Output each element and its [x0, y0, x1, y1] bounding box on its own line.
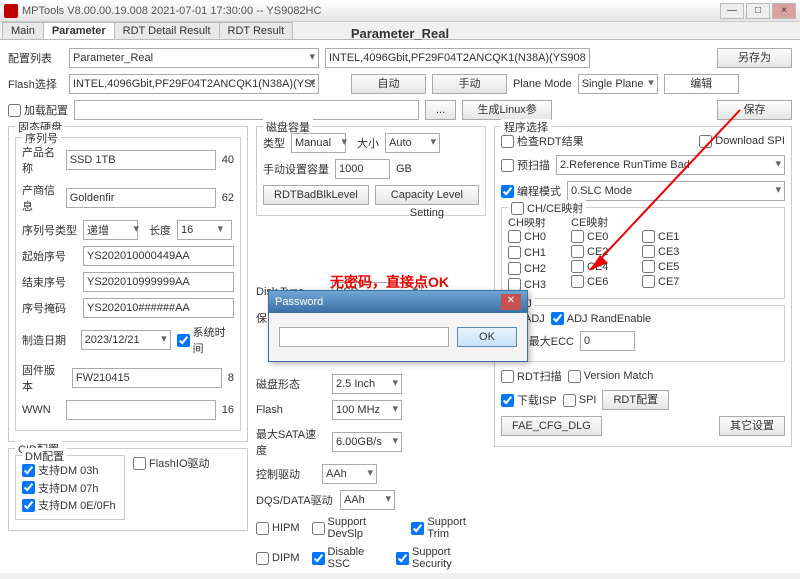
save-as-button[interactable]: 另存为	[717, 48, 792, 68]
config-list-label: 配置列表	[8, 50, 63, 66]
intel-info[interactable]	[325, 48, 590, 68]
close-button[interactable]: ×	[772, 3, 796, 19]
page-title: Parameter_Real	[0, 26, 800, 41]
adj-rand-check[interactable]: ADJ RandEnable	[551, 312, 651, 325]
vendor-input[interactable]	[66, 188, 216, 208]
mfg-date-select[interactable]	[81, 330, 171, 350]
progmode-select[interactable]	[567, 181, 785, 201]
program-group: 程序选择 检查RDT结果Download SPI 预扫描 编程模式 CH/CE映…	[494, 126, 792, 447]
chk-rdt-check[interactable]: 检查RDT结果	[501, 133, 584, 149]
app-icon	[4, 4, 18, 18]
browse-button[interactable]: ...	[425, 100, 456, 120]
dqs-drive-label: DQS/DATA驱动	[256, 492, 334, 508]
capacity-group: 磁盘容量 类型大小 手动设置容量GB RDTBadBlkLevelCapacit…	[256, 126, 486, 216]
rdtbad-button[interactable]: RDTBadBlkLevel	[263, 185, 369, 205]
dl-spi-check[interactable]: Download SPI	[699, 135, 785, 148]
edit-button[interactable]: 编辑	[664, 74, 739, 94]
hipm-check[interactable]: HIPM	[256, 522, 300, 535]
start-sn-input[interactable]	[83, 246, 234, 266]
auto-button[interactable]: 自动	[351, 74, 426, 94]
end-sn-input[interactable]	[83, 272, 234, 292]
adj-ecc-input[interactable]	[580, 331, 635, 351]
wwn-input[interactable]	[66, 400, 216, 420]
plane-mode-label: Plane Mode	[513, 78, 572, 90]
password-input[interactable]	[279, 327, 449, 347]
titlebar: MPTools V8.00.00.19.008 2021-07-01 17:30…	[0, 0, 800, 22]
gen-linux-button[interactable]: 生成Linux参数	[462, 100, 552, 120]
cap-size-select[interactable]	[385, 133, 440, 153]
ce5-check[interactable]: CE5	[642, 260, 707, 273]
password-dialog: Password✕ OK	[268, 290, 528, 362]
ok-button[interactable]: OK	[457, 327, 517, 347]
flash-select[interactable]	[69, 74, 319, 94]
cid-group: CID配置 DM配置 支持DM 03h 支持DM 07h 支持DM 0E/0Fh…	[8, 448, 248, 531]
window-title: MPTools V8.00.00.19.008 2021-07-01 17:30…	[22, 5, 718, 17]
dssc-check[interactable]: Disable SSC	[312, 546, 384, 570]
serial-group: 序列号 产品名称40 产商信息62 序列号类型长度 起始序号 结束序号 序号掩码…	[15, 137, 241, 431]
ce3-check[interactable]: CE3	[642, 245, 707, 258]
dialog-close-button[interactable]: ✕	[501, 294, 521, 310]
systime-check[interactable]: 系统时间	[177, 324, 234, 356]
sn-mask-input[interactable]	[83, 298, 234, 318]
sn-len-select[interactable]	[177, 220, 232, 240]
save-button[interactable]: 保存	[717, 100, 792, 120]
sn-type-select[interactable]	[83, 220, 138, 240]
devslp-check[interactable]: Support DevSlp	[312, 516, 400, 540]
adj-group: ADJ ADJADJ RandEnable ADJ最大ECC	[501, 305, 785, 362]
maximize-button[interactable]: □	[746, 3, 770, 19]
fw-input[interactable]	[72, 368, 222, 388]
manual-cap-input[interactable]	[335, 159, 390, 179]
plane-mode-select[interactable]	[578, 74, 658, 94]
load-config-path[interactable]	[74, 100, 419, 120]
dl-isp-check[interactable]: 下载ISP	[501, 392, 557, 408]
config-list-select[interactable]	[69, 48, 319, 68]
ce0-check[interactable]: CE0	[571, 230, 636, 243]
sata-select[interactable]	[332, 432, 402, 452]
dipm-check[interactable]: DIPM	[256, 552, 300, 565]
flash-select-label: Flash选择	[8, 76, 63, 92]
dialog-titlebar: Password✕	[269, 291, 527, 313]
dqs-drive-select[interactable]	[340, 490, 395, 510]
sec-check[interactable]: Support Security	[396, 546, 486, 570]
spi-check[interactable]: SPI	[563, 394, 597, 407]
disk-form-select[interactable]	[332, 374, 402, 394]
fae-button[interactable]: FAE_CFG_DLG	[501, 416, 602, 436]
progmode-check[interactable]: 编程模式	[501, 183, 561, 199]
ce4-check[interactable]: CE4	[571, 260, 636, 273]
capset-button[interactable]: Capacity Level Setting	[375, 185, 479, 205]
flashio-check[interactable]: FlashIO驱动	[133, 455, 210, 471]
product-name-input[interactable]	[66, 150, 216, 170]
ctrl-drive-label: 控制驱动	[256, 466, 316, 482]
ce2-check[interactable]: CE2	[571, 245, 636, 258]
chce-check[interactable]: CH/CE映射	[511, 200, 583, 216]
ce1-check[interactable]: CE1	[642, 230, 707, 243]
cap-type-select[interactable]	[291, 133, 346, 153]
ce6-check[interactable]: CE6	[571, 275, 636, 288]
ch0-check[interactable]: CH0	[508, 230, 546, 243]
load-config-check[interactable]: 加载配置	[8, 102, 68, 118]
dm03-check[interactable]: 支持DM 03h	[22, 462, 99, 478]
trim-check[interactable]: Support Trim	[411, 516, 486, 540]
rdt-scan-check[interactable]: RDT扫描	[501, 368, 562, 384]
ssd-group: 固态硬盘 序列号 产品名称40 产商信息62 序列号类型长度 起始序号 结束序号…	[8, 126, 248, 442]
flash-clk-select[interactable]	[332, 400, 402, 420]
hint-text: 无密码，直接点OK	[330, 272, 449, 292]
minimize-button[interactable]: —	[720, 3, 744, 19]
dm-group: DM配置 支持DM 03h 支持DM 07h 支持DM 0E/0Fh	[15, 455, 125, 520]
ctrl-drive-select[interactable]	[322, 464, 377, 484]
ch2-check[interactable]: CH2	[508, 262, 546, 275]
other-button[interactable]: 其它设置	[719, 416, 785, 436]
ver-match-check[interactable]: Version Match	[568, 370, 654, 383]
ce7-check[interactable]: CE7	[642, 275, 707, 288]
dm0e-check[interactable]: 支持DM 0E/0Fh	[22, 497, 116, 513]
main-panel: 配置列表 另存为 Flash选择 自动 手动 Plane Mode 编辑 加载配…	[0, 40, 800, 573]
ch1-check[interactable]: CH1	[508, 246, 546, 259]
manual-button[interactable]: 手动	[432, 74, 507, 94]
chce-group: CH/CE映射 CH映射 CH0 CH1 CH2 CH3 CE映射 CE0 CE…	[501, 207, 785, 299]
dm07-check[interactable]: 支持DM 07h	[22, 480, 99, 496]
prescan-select[interactable]	[556, 155, 785, 175]
prescan-check[interactable]: 预扫描	[501, 157, 550, 173]
rdt-cfg-button[interactable]: RDT配置	[602, 390, 669, 410]
